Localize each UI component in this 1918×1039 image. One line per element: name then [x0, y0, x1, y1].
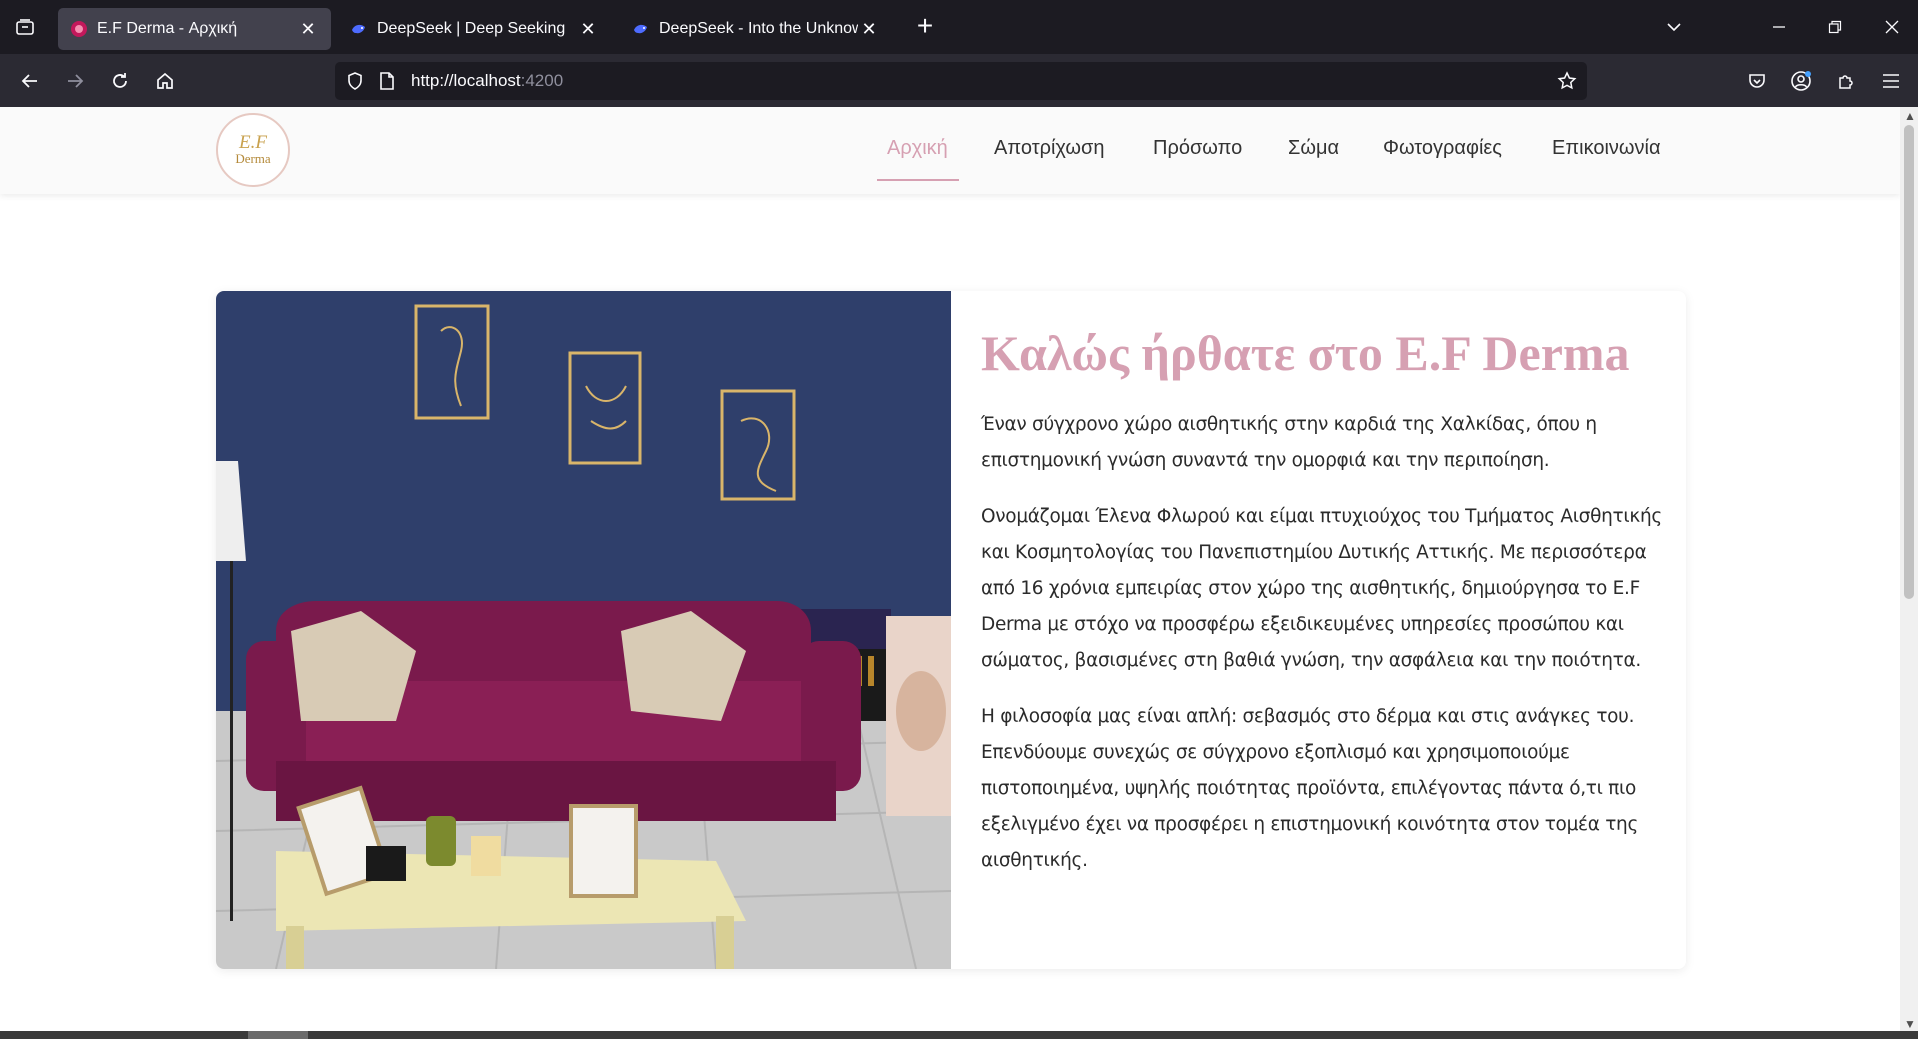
close-window-icon[interactable] — [1875, 10, 1909, 44]
vertical-scrollbar[interactable]: ▲ ▼ — [1900, 107, 1918, 1031]
scroll-down-arrow-icon[interactable]: ▼ — [1904, 1017, 1916, 1031]
welcome-text-block: Καλώς ήρθατε στο E.F Derma Έναν σύγχρονο… — [981, 321, 1666, 899]
reload-icon[interactable] — [104, 65, 136, 97]
menu-item-body[interactable]: Σώμα — [1288, 137, 1339, 160]
new-tab-button[interactable]: + — [912, 12, 938, 40]
menu-item-contact[interactable]: Επικοινωνία — [1552, 137, 1661, 160]
welcome-title: Καλώς ήρθατε στο E.F Derma — [981, 325, 1630, 381]
restore-icon[interactable] — [1818, 10, 1852, 44]
menu-item-home[interactable]: Αρχική — [887, 137, 948, 160]
menu-hamburger-icon[interactable] — [1875, 65, 1907, 97]
site-logo[interactable]: E.F Derma — [216, 113, 290, 187]
tab-title: E.F Derma - Αρχική — [97, 20, 238, 37]
home-icon[interactable] — [149, 65, 181, 97]
close-tab-icon[interactable]: ✕ — [577, 18, 599, 40]
back-icon[interactable] — [14, 65, 46, 97]
philosophy-paragraph: Η φιλοσοφία μας είναι απλή: σεβασμός στο… — [981, 706, 1639, 871]
page-info-icon[interactable] — [378, 71, 396, 91]
url-text: http://localhost:4200 — [411, 71, 563, 91]
tab-ef-derma[interactable]: E.F Derma - Αρχική ✕ — [58, 8, 331, 50]
tab-deepseek-2[interactable]: DeepSeek - Into the Unknown ✕ — [620, 8, 892, 50]
bookmark-star-icon[interactable] — [1557, 71, 1577, 91]
tab-title: DeepSeek - Into the Unknown — [659, 20, 858, 37]
tab-strip: E.F Derma - Αρχική ✕ DeepSeek | Deep See… — [0, 0, 1918, 54]
tab-list-icon[interactable] — [12, 14, 38, 40]
deepseek-whale-icon — [352, 24, 365, 34]
navigation-toolbar: http://localhost:4200 — [0, 54, 1918, 107]
address-bar[interactable]: http://localhost:4200 — [335, 62, 1587, 100]
active-menu-underline — [877, 179, 959, 181]
site-header: E.F Derma Αρχική Αποτρίχωση Πρόσωπο Σώμα… — [0, 107, 1900, 194]
url-host: http://localhost — [411, 71, 521, 90]
logo-line2: Derma — [235, 151, 271, 166]
welcome-card: Καλώς ήρθατε στο E.F Derma Έναν σύγχρονο… — [216, 291, 1686, 969]
minimize-icon[interactable] — [1762, 10, 1796, 44]
logo-line1: E.F — [239, 132, 267, 153]
menu-item-face[interactable]: Πρόσωπο — [1153, 137, 1242, 160]
forward-icon[interactable] — [59, 65, 91, 97]
deepseek-whale-icon — [634, 24, 647, 34]
scroll-up-arrow-icon[interactable]: ▲ — [1904, 109, 1916, 123]
close-tab-icon[interactable]: ✕ — [297, 18, 319, 40]
list-all-tabs-icon[interactable] — [1657, 10, 1691, 44]
taskbar-segment — [248, 1031, 308, 1039]
scrollbar-thumb[interactable] — [1904, 125, 1914, 599]
tab-deepseek-1[interactable]: DeepSeek | Deep Seeking ✕ — [338, 8, 611, 50]
tracking-protection-shield-icon[interactable] — [345, 71, 365, 91]
pocket-icon[interactable] — [1741, 65, 1773, 97]
extensions-icon[interactable] — [1830, 65, 1862, 97]
close-tab-icon[interactable]: ✕ — [858, 18, 880, 40]
tab-title: DeepSeek | Deep Seeking — [377, 20, 566, 37]
account-icon[interactable] — [1785, 65, 1817, 97]
menu-item-photos[interactable]: Φωτογραφίες — [1383, 137, 1502, 160]
intro-paragraph: Έναν σύγχρονο χώρο αισθητικής στην καρδι… — [981, 414, 1597, 471]
salon-interior-photo — [216, 291, 951, 969]
url-port: :4200 — [520, 71, 564, 90]
menu-item-hair-removal[interactable]: Αποτρίχωση — [994, 137, 1104, 160]
about-paragraph: Ονομάζομαι Έλενα Φλωρού και είμαι πτυχιο… — [981, 506, 1662, 671]
page-viewport: E.F Derma Αρχική Αποτρίχωση Πρόσωπο Σώμα… — [0, 107, 1900, 1031]
taskbar-strip — [0, 1031, 1918, 1039]
ef-derma-favicon-icon — [71, 21, 87, 37]
